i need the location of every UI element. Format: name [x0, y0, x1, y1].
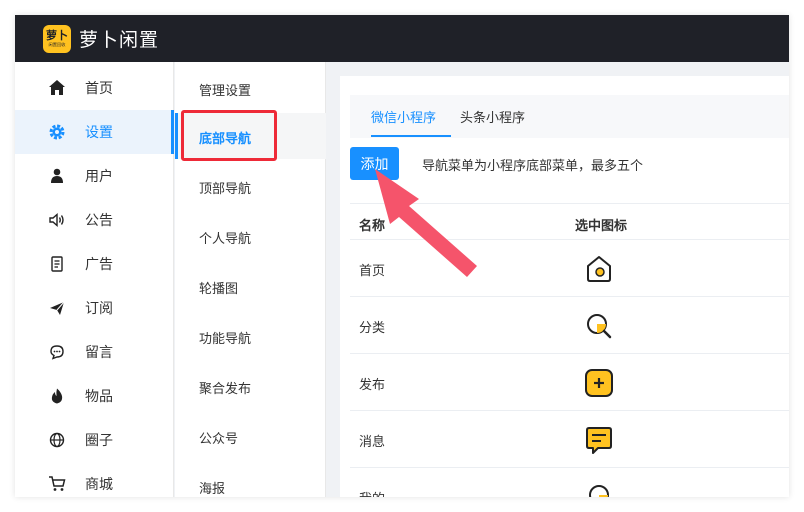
main-content: 微信小程序 头条小程序 添加 导航菜单为小程序底部菜单，最多五个 名称 选中图标… — [340, 76, 789, 497]
message-selected-icon — [583, 424, 615, 456]
subnav-item-management[interactable]: 管理设置 — [175, 65, 326, 111]
active-tab-indicator — [371, 135, 451, 137]
subnav-item-personal-nav[interactable]: 个人导航 — [175, 213, 326, 259]
gear-icon — [48, 123, 66, 141]
home-icon — [48, 79, 66, 97]
sidebar-item-announcements[interactable]: 公告 — [15, 198, 174, 242]
user-icon — [48, 167, 66, 185]
home-selected-icon — [583, 253, 615, 285]
app-title: 萝卜闲置 — [79, 29, 160, 51]
table-header: 名称 选中图标 — [350, 203, 789, 240]
subnav-item-label: 顶部导航 — [199, 182, 252, 197]
sidebar-item-label: 圈子 — [85, 433, 113, 449]
sidebar-item-label: 物品 — [85, 389, 113, 405]
chat-icon — [48, 343, 66, 361]
row-name: 消息 — [359, 435, 386, 450]
top-bar: 萝卜 闲置回收 萝卜闲置 — [15, 15, 789, 62]
tab-wechat-miniprogram[interactable]: 微信小程序 — [371, 107, 436, 126]
table-row: 分类 — [350, 297, 789, 354]
send-icon — [48, 299, 66, 317]
sidebar-item-label: 首页 — [85, 81, 113, 97]
subnav-item-poster[interactable]: 海报 — [175, 463, 326, 497]
table-row: 发布 — [350, 354, 789, 411]
sidebar-item-messages[interactable]: 留言 — [15, 330, 174, 374]
logo-subtext: 闲置回收 — [48, 41, 66, 48]
plus-selected-icon — [583, 367, 615, 399]
sidebar-item-label: 留言 — [85, 345, 113, 361]
subnav-item-label: 底部导航 — [199, 132, 252, 147]
subnav-item-bottom-nav[interactable]: 底部导航 — [175, 113, 326, 159]
fire-icon — [48, 387, 66, 405]
subnav-item-label: 个人导航 — [199, 232, 252, 247]
app-window: 萝卜 闲置回收 萝卜闲置 首页 设置 用户 公告 广告 订阅 留言 物品 圈子 … — [15, 15, 789, 497]
subnav-item-label: 聚合发布 — [199, 382, 252, 397]
app-logo: 萝卜 闲置回收 — [43, 24, 71, 53]
speaker-icon — [48, 211, 66, 229]
row-name: 分类 — [359, 321, 386, 336]
column-header-selected-icon: 选中图标 — [575, 219, 628, 234]
sidebar-item-users[interactable]: 用户 — [15, 154, 174, 198]
platform-tabs: 微信小程序 头条小程序 — [350, 95, 789, 138]
sidebar-item-home[interactable]: 首页 — [15, 66, 174, 110]
sidebar: 首页 设置 用户 公告 广告 订阅 留言 物品 圈子 商城 — [15, 62, 174, 497]
sidebar-item-label: 商城 — [85, 477, 113, 493]
document-icon — [48, 255, 66, 273]
add-button[interactable]: 添加 — [350, 147, 399, 180]
sidebar-item-settings[interactable]: 设置 — [15, 110, 174, 154]
globe-icon — [48, 431, 66, 449]
sidebar-item-shop[interactable]: 商城 — [15, 462, 174, 497]
table-row: 消息 — [350, 411, 789, 468]
sidebar-item-label: 广告 — [85, 257, 113, 273]
subnav-item-label: 海报 — [199, 482, 226, 497]
sidebar-item-label: 公告 — [85, 213, 113, 229]
column-header-name: 名称 — [359, 219, 386, 234]
sidebar-item-circles[interactable]: 圈子 — [15, 418, 174, 462]
table-row: 我的 — [350, 468, 789, 497]
sidebar-item-ads[interactable]: 广告 — [15, 242, 174, 286]
row-name: 首页 — [359, 264, 386, 279]
subnav-item-label: 公众号 — [199, 432, 239, 447]
hint-text: 导航菜单为小程序底部菜单，最多五个 — [422, 159, 644, 174]
search-selected-icon — [583, 310, 615, 342]
logo-text: 萝卜 — [46, 28, 68, 42]
cart-icon — [48, 475, 66, 493]
subnav-item-official-account[interactable]: 公众号 — [175, 413, 326, 459]
row-name: 发布 — [359, 378, 386, 393]
table-row: 首页 — [350, 240, 789, 297]
subnav-item-label: 管理设置 — [199, 84, 252, 99]
sidebar-item-label: 用户 — [85, 169, 113, 185]
subnav-item-function-nav[interactable]: 功能导航 — [175, 313, 326, 359]
row-name: 我的 — [359, 488, 385, 497]
tab-toutiao-miniprogram[interactable]: 头条小程序 — [460, 107, 525, 126]
subnav-item-top-nav[interactable]: 顶部导航 — [175, 163, 326, 209]
subnav-item-aggregate-publish[interactable]: 聚合发布 — [175, 363, 326, 409]
sidebar-item-subscriptions[interactable]: 订阅 — [15, 286, 174, 330]
subnav-item-carousel[interactable]: 轮播图 — [175, 263, 326, 309]
sidebar-item-label: 设置 — [85, 125, 113, 141]
subnav-item-label: 轮播图 — [199, 282, 239, 297]
sidebar-item-label: 订阅 — [85, 301, 113, 317]
subnav-item-label: 功能导航 — [199, 332, 252, 347]
sidebar-item-items[interactable]: 物品 — [15, 374, 174, 418]
profile-selected-icon — [583, 481, 615, 497]
settings-subnav: 管理设置 底部导航 顶部导航 个人导航 轮播图 功能导航 聚合发布 公众号 海报 — [175, 62, 326, 497]
